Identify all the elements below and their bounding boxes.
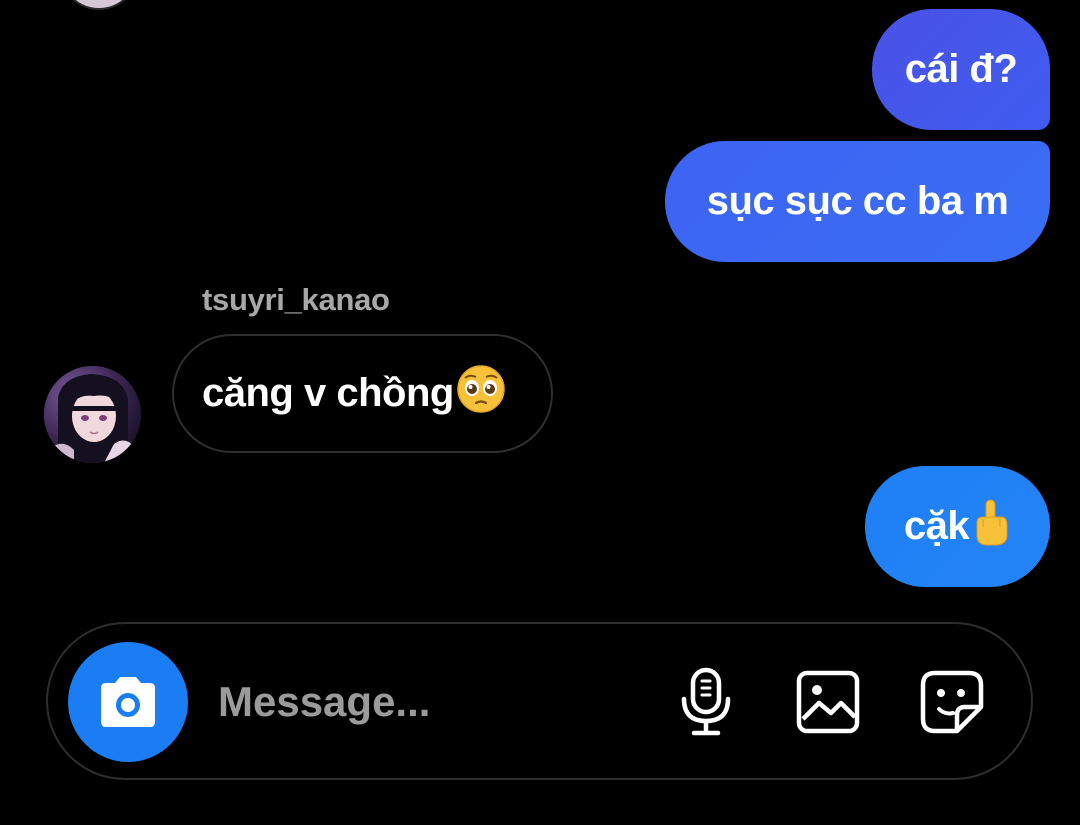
message-composer <box>46 622 1033 780</box>
microphone-icon <box>681 667 731 736</box>
outgoing-message-bubble[interactable]: cái đ? <box>872 9 1050 130</box>
sticker-button[interactable] <box>914 664 990 740</box>
pleading-face-emoji <box>456 364 506 424</box>
middle-finger-emoji <box>971 497 1011 557</box>
message-text: cái đ? <box>904 47 1018 91</box>
incoming-message-bubble[interactable]: căng v chồng <box>172 334 553 453</box>
outgoing-message-bubble[interactable]: cặk <box>865 466 1050 587</box>
camera-button[interactable] <box>68 642 188 762</box>
gallery-button[interactable] <box>790 664 866 740</box>
sender-name: tsuyri_kanao <box>202 282 390 317</box>
outgoing-message-bubble[interactable]: sục sục cc ba m <box>665 141 1050 262</box>
previous-avatar <box>62 0 136 10</box>
gallery-icon <box>796 670 860 734</box>
message-text: sục sục cc ba m <box>706 179 1009 223</box>
microphone-button[interactable] <box>668 664 744 740</box>
camera-icon <box>101 677 155 727</box>
message-text: căng v chồng <box>202 371 454 415</box>
avatar-image <box>44 366 141 463</box>
message-text: cặk <box>903 504 970 548</box>
user-avatar[interactable] <box>44 366 141 463</box>
message-input[interactable] <box>218 664 638 740</box>
sticker-icon <box>920 670 984 734</box>
